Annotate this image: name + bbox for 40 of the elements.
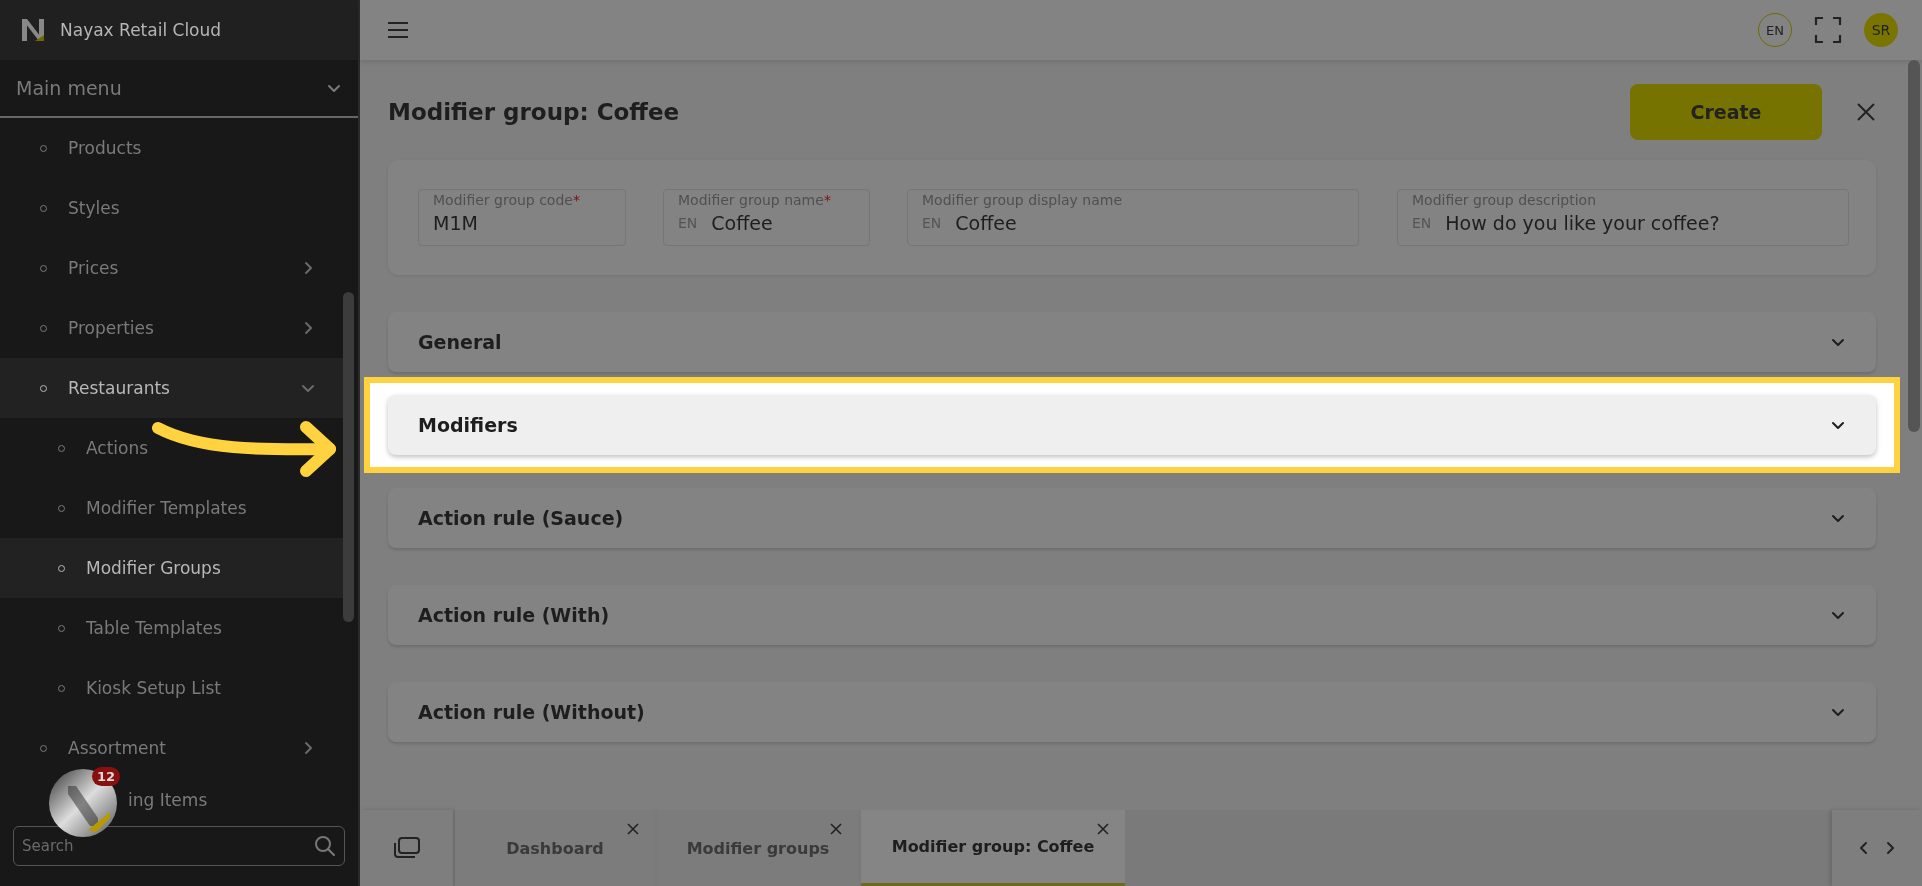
submenu-item[interactable]: Table Templates — [0, 598, 230, 658]
accordion-section[interactable]: Modifiers — [388, 395, 1876, 455]
windows-icon[interactable] — [392, 836, 421, 860]
submenu-item[interactable]: Modifier Templates — [0, 478, 255, 538]
search-icon — [314, 835, 336, 857]
menu-item[interactable]: ing Items — [128, 778, 216, 820]
scrollbar[interactable] — [1908, 60, 1920, 432]
menu-item[interactable]: Properties — [0, 298, 344, 358]
menu-item[interactable]: Styles — [0, 178, 128, 238]
create-button[interactable]: Create — [1630, 84, 1822, 140]
field-value: How do you like your coffee? — [1445, 212, 1720, 234]
launcher-icon[interactable] — [48, 768, 118, 838]
menu-item[interactable]: Restaurants — [0, 358, 344, 418]
submenu-item[interactable]: Actions — [0, 418, 157, 478]
logo-icon — [20, 17, 46, 43]
close-icon[interactable] — [627, 823, 639, 835]
user-avatar[interactable]: SR — [1864, 13, 1898, 47]
app-title: Nayax Retail Cloud — [60, 20, 222, 40]
accordion-section[interactable]: Action rule (With) — [388, 585, 1876, 645]
submenu-item[interactable]: Kiosk Setup List — [0, 658, 229, 718]
search-field[interactable]: Search — [13, 826, 345, 866]
menu-icon[interactable] — [386, 20, 410, 40]
submenu-item[interactable]: Modifier Groups — [0, 538, 344, 598]
page-title: Modifier group: Coffee — [388, 99, 681, 125]
scrollbar[interactable] — [343, 292, 354, 622]
main-menu-header[interactable]: Main menu — [0, 60, 358, 118]
fullscreen-icon[interactable] — [1814, 16, 1842, 44]
field-value: Coffee — [955, 212, 1017, 234]
field-value: M1M — [433, 212, 478, 234]
notification-badge: 12 — [92, 767, 121, 786]
accordion-section[interactable]: Action rule (Sauce) — [388, 488, 1876, 548]
accordion-section[interactable]: Action rule (Without) — [388, 682, 1876, 742]
menu-item[interactable]: Prices — [0, 238, 344, 298]
close-icon[interactable] — [830, 823, 842, 835]
accordion-section[interactable]: General — [388, 312, 1876, 372]
tab[interactable]: Modifier group: Coffee — [861, 810, 1125, 886]
menu-item[interactable]: Products — [0, 118, 150, 178]
close-icon[interactable] — [1856, 102, 1876, 122]
close-icon[interactable] — [1097, 823, 1109, 835]
field-value: Coffee — [711, 212, 773, 234]
